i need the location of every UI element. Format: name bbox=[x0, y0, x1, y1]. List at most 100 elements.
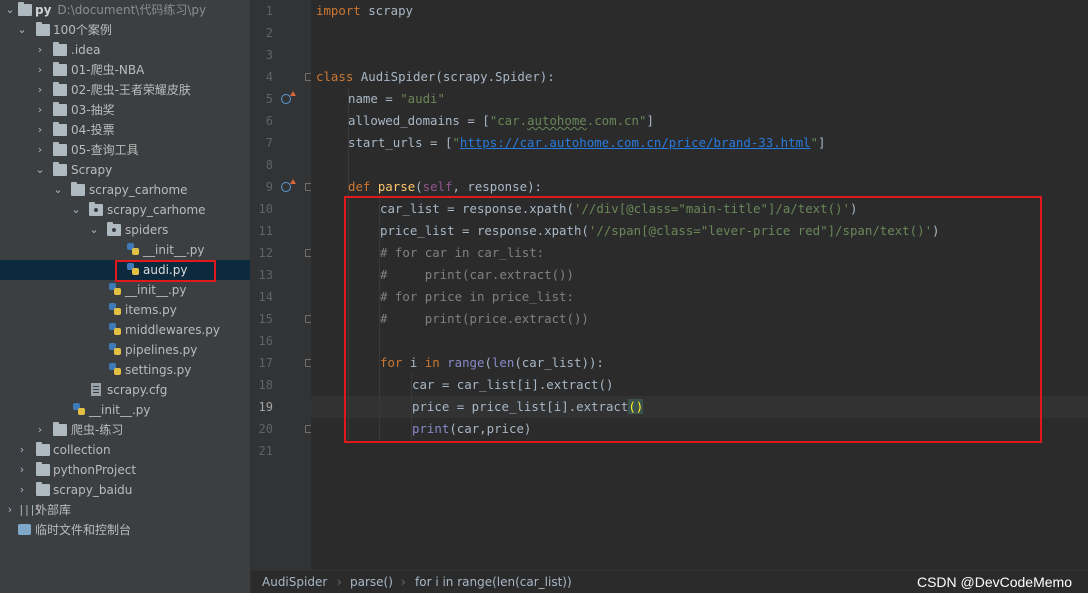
breadcrumb-item[interactable]: for i in range(len(car_list)) bbox=[415, 571, 572, 593]
tree-item-label: pipelines.py bbox=[125, 343, 198, 357]
chevron-right-icon[interactable]: › bbox=[16, 440, 28, 460]
chevron-right-icon[interactable]: › bbox=[34, 120, 46, 140]
chevron-right-icon[interactable]: › bbox=[34, 140, 46, 160]
tree-item-label: 01-爬虫-NBA bbox=[71, 63, 145, 77]
tree-item-label: spiders bbox=[125, 223, 169, 237]
line-number: 21 bbox=[258, 444, 273, 458]
chevron-down-icon[interactable]: ⌄ bbox=[52, 180, 64, 200]
python-file-icon bbox=[109, 363, 121, 376]
tree-item-label: 临时文件和控制台 bbox=[35, 523, 132, 537]
tree-item[interactable]: __init__.py bbox=[0, 400, 250, 420]
watermark: CSDN @DevCodeMemo bbox=[916, 574, 1072, 590]
tree-item-label: scrapy.cfg bbox=[107, 383, 168, 397]
line-number: 10 bbox=[258, 202, 273, 216]
tree-item[interactable]: ⌄ spiders bbox=[0, 220, 250, 240]
tree-item[interactable]: ⌄ Scrapy bbox=[0, 160, 250, 180]
tree-item-label: scrapy_baidu bbox=[53, 483, 133, 497]
tree-item[interactable]: 临时文件和控制台 bbox=[0, 520, 250, 540]
chevron-right-icon[interactable]: › bbox=[16, 460, 28, 480]
code-line-9: def parse(self, response): bbox=[348, 179, 542, 194]
tree-item[interactable]: middlewares.py bbox=[0, 320, 250, 340]
tree-item[interactable]: › |||\ 外部库 bbox=[0, 500, 250, 520]
chevron-right-icon[interactable]: › bbox=[34, 100, 46, 120]
chevron-down-icon[interactable]: ⌄ bbox=[70, 200, 82, 220]
folder-icon bbox=[53, 122, 67, 136]
line-number: 9 bbox=[265, 180, 273, 194]
package-icon bbox=[89, 202, 103, 216]
chevron-right-icon[interactable]: › bbox=[16, 480, 28, 500]
code-line-1: import scrapy bbox=[316, 3, 413, 18]
tree-item-label: 外部库 bbox=[35, 503, 72, 517]
package-icon bbox=[107, 222, 121, 236]
line-number: 11 bbox=[258, 224, 273, 238]
chevron-right-icon[interactable]: › bbox=[34, 80, 46, 100]
scratches-console-icon bbox=[18, 524, 31, 535]
line-number: 6 bbox=[265, 114, 273, 128]
python-file-icon bbox=[109, 283, 121, 296]
chevron-down-icon[interactable]: ⌄ bbox=[4, 0, 16, 20]
tree-item[interactable]: › scrapy_baidu bbox=[0, 480, 250, 500]
tree-item-label: 04-投票 bbox=[71, 123, 115, 137]
folder-icon bbox=[18, 2, 32, 16]
override-arrow-icon bbox=[290, 91, 296, 96]
tree-item[interactable]: › 爬虫-练习 bbox=[0, 420, 250, 440]
folder-icon bbox=[36, 442, 50, 456]
annotation-highlight-box bbox=[115, 260, 216, 282]
line-number: 7 bbox=[265, 136, 273, 150]
url-link[interactable]: https://car.autohome.com.cn/price/brand-… bbox=[460, 135, 811, 150]
line-number: 17 bbox=[258, 356, 273, 370]
python-file-icon bbox=[109, 303, 121, 316]
editor-gutter: 1 2 3 4 5 6 7 8 9 10 11 12 13 14 15 16 1… bbox=[251, 0, 312, 570]
tree-item[interactable]: › collection bbox=[0, 440, 250, 460]
tree-item[interactable]: ⌄ scrapy_carhome bbox=[0, 200, 250, 220]
chevron-right-icon[interactable]: › bbox=[4, 500, 16, 520]
tree-item[interactable]: items.py bbox=[0, 300, 250, 320]
tree-item[interactable]: › .idea bbox=[0, 40, 250, 60]
chevron-down-icon[interactable]: ⌄ bbox=[34, 160, 46, 180]
tree-item-label: 03-抽奖 bbox=[71, 103, 115, 117]
chevron-down-icon[interactable]: ⌄ bbox=[88, 220, 100, 240]
tree-root-name: py bbox=[35, 3, 52, 17]
tree-item[interactable]: › pythonProject bbox=[0, 460, 250, 480]
code-line-4: class AudiSpider(scrapy.Spider): bbox=[316, 69, 555, 84]
tree-item-label: Scrapy bbox=[71, 163, 113, 177]
tree-item-label: pythonProject bbox=[53, 463, 137, 477]
chevron-right-icon: › bbox=[337, 575, 342, 589]
folder-icon bbox=[36, 482, 50, 496]
folder-icon bbox=[36, 462, 50, 476]
tree-item[interactable]: __init__.py bbox=[0, 240, 250, 260]
breadcrumb-item[interactable]: parse() bbox=[350, 571, 393, 593]
line-number: 13 bbox=[258, 268, 273, 282]
python-file-icon bbox=[109, 343, 121, 356]
folder-icon bbox=[71, 182, 85, 196]
tree-item[interactable]: › 04-投票 bbox=[0, 120, 250, 140]
code-line-5: name = "audi" bbox=[348, 91, 445, 106]
tree-item[interactable]: scrapy.cfg bbox=[0, 380, 250, 400]
tree-item[interactable]: ⌄ 100个案例 bbox=[0, 20, 250, 40]
tree-item[interactable]: › 05-查询工具 bbox=[0, 140, 250, 160]
tree-item-label: __init__.py bbox=[143, 243, 205, 257]
tree-item[interactable]: › 03-抽奖 bbox=[0, 100, 250, 120]
tree-item[interactable]: pipelines.py bbox=[0, 340, 250, 360]
tree-root-py[interactable]: ⌄ py D:\document\代码练习\py bbox=[0, 0, 250, 20]
breadcrumb: AudiSpider › parse() › for i in range(le… bbox=[251, 570, 1088, 593]
tree-item[interactable]: ⌄ scrapy_carhome bbox=[0, 180, 250, 200]
tree-item[interactable]: › 02-爬虫-王者荣耀皮肤 bbox=[0, 80, 250, 100]
folder-icon bbox=[53, 42, 67, 56]
tree-item-label: __init__.py bbox=[125, 283, 187, 297]
tree-root-path: D:\document\代码练习\py bbox=[57, 3, 207, 17]
chevron-right-icon[interactable]: › bbox=[34, 420, 46, 440]
chevron-right-icon[interactable]: › bbox=[34, 40, 46, 60]
annotation-highlight-box bbox=[344, 196, 1042, 443]
line-number: 4 bbox=[265, 70, 273, 84]
chevron-right-icon[interactable]: › bbox=[34, 60, 46, 80]
tree-item[interactable]: settings.py bbox=[0, 360, 250, 380]
config-file-icon bbox=[91, 383, 101, 396]
tree-item-label: .idea bbox=[71, 43, 101, 57]
chevron-down-icon[interactable]: ⌄ bbox=[16, 20, 28, 40]
tree-item-label: items.py bbox=[125, 303, 177, 317]
tree-item[interactable]: › 01-爬虫-NBA bbox=[0, 60, 250, 80]
line-number: 20 bbox=[258, 422, 273, 436]
tree-item[interactable]: __init__.py bbox=[0, 280, 250, 300]
breadcrumb-item[interactable]: AudiSpider bbox=[262, 571, 327, 593]
